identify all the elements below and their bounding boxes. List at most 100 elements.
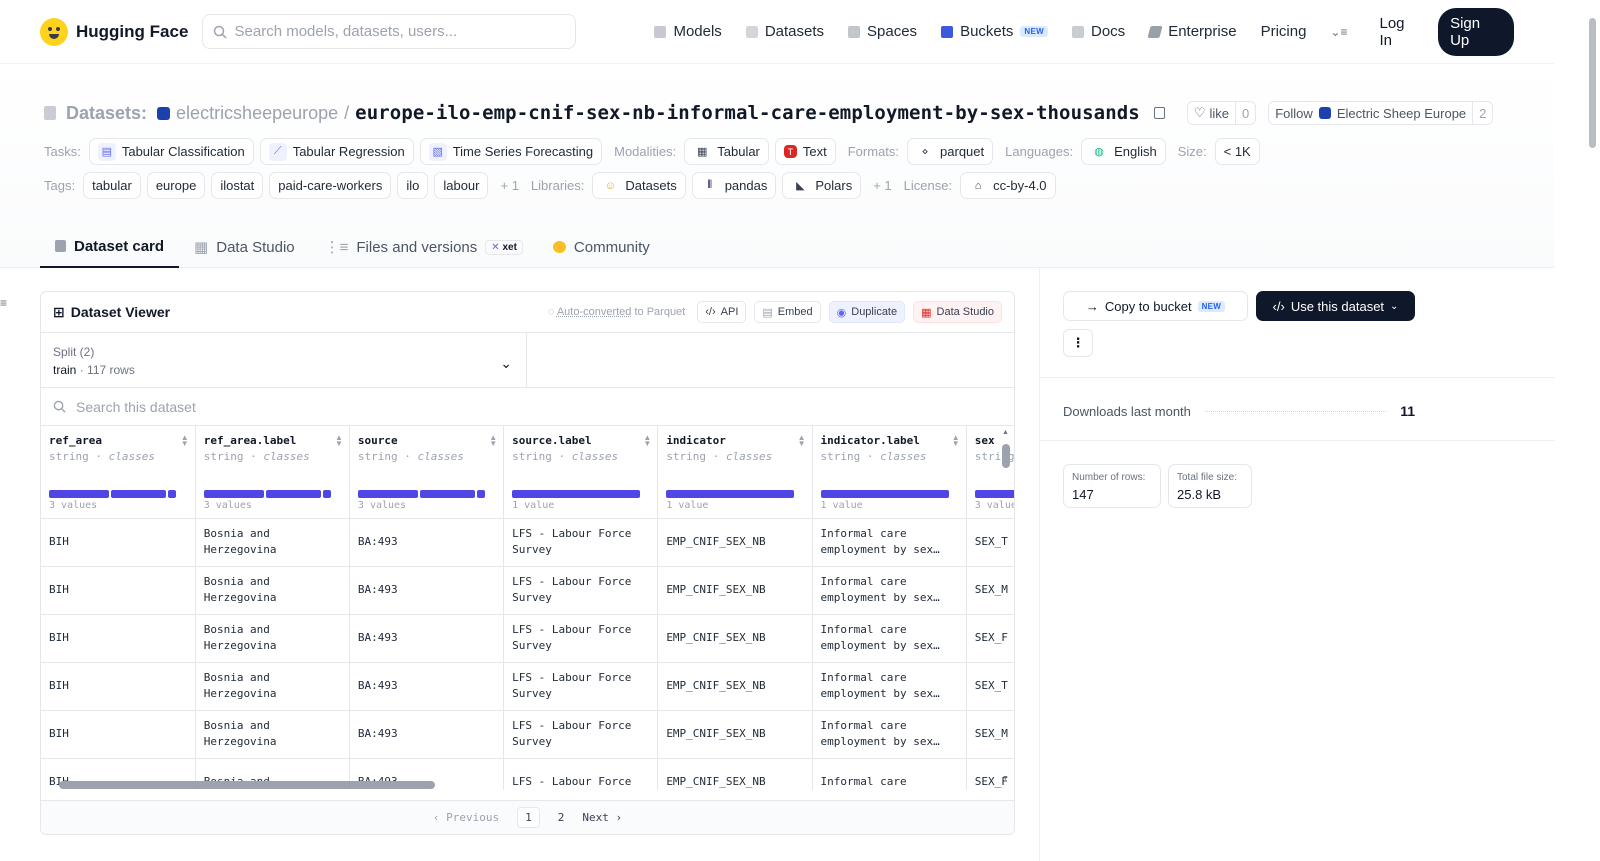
column-header[interactable]: source string · classes ▲ ▼ 3 values <box>349 426 505 519</box>
dataset-search-input[interactable]: Search this dataset <box>41 388 1014 426</box>
histogram[interactable] <box>512 490 649 498</box>
nav-models[interactable]: Models <box>654 23 722 40</box>
table-cell[interactable]: BA:493 <box>349 518 505 567</box>
page-1-button[interactable]: 1 <box>517 807 540 828</box>
tab-data-studio[interactable]: ▦ Data Studio <box>179 226 310 268</box>
histogram[interactable] <box>666 490 803 498</box>
tag-item[interactable]: ilo <box>397 172 429 199</box>
table-cell[interactable]: Bosnia and Herzegovina <box>195 614 350 663</box>
task-tag[interactable]: ▤ Tabular Classification <box>88 138 254 165</box>
sort-icon[interactable]: ▲ ▼ <box>489 434 497 448</box>
sort-icon[interactable]: ▲ ▼ <box>181 434 189 448</box>
table-cell[interactable]: BIH <box>41 566 196 615</box>
language-tag[interactable]: ◍ English <box>1081 138 1166 165</box>
nav-docs[interactable]: Docs <box>1072 23 1125 40</box>
modality-tag[interactable]: T Text <box>774 138 836 165</box>
tag-item[interactable]: ilostat <box>211 172 264 199</box>
table-cell[interactable]: EMP_CNIF_SEX_NB <box>657 518 813 567</box>
sort-icon[interactable]: ▲ ▼ <box>335 434 343 448</box>
signup-button[interactable]: Sign Up <box>1438 7 1514 56</box>
table-row[interactable]: BIH Bosnia and Herzegovina BA:493 LFS - Lab… <box>41 614 1014 663</box>
global-search-input[interactable]: Search models, datasets, users... <box>201 14 577 49</box>
column-header[interactable]: indicator.label string · classes ▲ ▼ 1 value <box>812 426 967 519</box>
task-tag[interactable]: ▧ Time Series Forecasting <box>419 138 603 165</box>
split-selector[interactable]: Split (2) train · 117 rows ⌄ <box>41 333 527 387</box>
brand-link[interactable]: Hugging Face <box>40 17 202 46</box>
histogram-bar[interactable] <box>666 490 795 498</box>
table-cell[interactable]: Informal care employment by sex… <box>812 614 967 663</box>
table-cell[interactable]: EMP_CNIF_SEX_NB <box>657 662 813 711</box>
sort-icon[interactable]: ▲ ▼ <box>798 434 806 448</box>
libraries-more[interactable]: + 1 <box>873 178 891 193</box>
auto-converted-link[interactable]: Auto-converted <box>557 306 632 318</box>
column-header[interactable]: source.label string · classes ▲ ▼ 1 value <box>503 426 659 519</box>
api-button[interactable]: ‹/› API <box>697 301 747 323</box>
library-tag[interactable]: ⫴ pandas <box>691 172 777 199</box>
table-cell[interactable]: Informal care employment by sex… <box>812 710 967 759</box>
tag-item[interactable]: tabular <box>83 172 141 199</box>
horizontal-scrollbar[interactable] <box>59 780 991 790</box>
table-cell[interactable]: Informal care employment by sex… <box>812 662 967 711</box>
size-tag[interactable]: < 1K <box>1214 138 1260 165</box>
table-cell[interactable]: Informal care employment by sex… <box>812 566 967 615</box>
table-cell[interactable]: BIH <box>41 662 196 711</box>
table-cell[interactable]: EMP_CNIF_SEX_NB <box>657 614 813 663</box>
vertical-scrollbar[interactable]: ▲ ▼ <box>1002 429 1010 782</box>
license-tag[interactable]: ⌂ cc-by-4.0 <box>960 172 1056 199</box>
table-cell[interactable]: BA:493 <box>349 710 505 759</box>
copy-to-bucket-button[interactable]: → Copy to bucket NEW <box>1063 291 1248 321</box>
sort-icon[interactable]: ▲ ▼ <box>952 434 960 448</box>
column-header[interactable]: ref_area string · classes ▲ ▼ 3 values <box>41 426 196 519</box>
follow-button[interactable]: Follow Electric Sheep Europe 2 <box>1268 101 1494 125</box>
table-cell[interactable]: Bosnia and Herzegovina <box>195 566 350 615</box>
dataset-name[interactable]: europe-ilo-emp-cnif-sex-nb-informal-care… <box>355 102 1140 124</box>
scroll-up-icon[interactable]: ▲ <box>1002 429 1010 436</box>
previous-page-button[interactable]: ‹ Previous <box>433 811 499 824</box>
tag-item[interactable]: europe <box>146 172 206 199</box>
histogram-bar[interactable] <box>168 490 176 498</box>
table-cell[interactable]: Informal care employment by sex… <box>812 518 967 567</box>
tag-item[interactable]: paid-care-workers <box>269 172 392 199</box>
toc-toggle-icon[interactable]: ≡ <box>0 296 7 310</box>
scroll-down-icon[interactable]: ▼ <box>1002 775 1009 782</box>
column-header[interactable]: indicator string · classes ▲ ▼ 1 value <box>657 426 813 519</box>
histogram-bar[interactable] <box>111 490 166 498</box>
histogram[interactable] <box>820 490 958 498</box>
page-scroll-thumb[interactable] <box>1589 18 1596 148</box>
tab-files-and-versions[interactable]: ⋮≡ Files and versions ✕ xet <box>310 226 538 268</box>
tag-item[interactable]: labour <box>434 172 489 199</box>
histogram-bar[interactable] <box>322 490 331 498</box>
table-cell[interactable]: BA:493 <box>349 566 505 615</box>
table-cell[interactable]: BIH <box>41 518 196 567</box>
table-cell[interactable]: Bosnia and Herzegovina <box>195 710 350 759</box>
histogram[interactable] <box>49 490 187 498</box>
vertical-scroll-thumb[interactable] <box>1002 444 1010 468</box>
page-2-button[interactable]: 2 <box>558 811 565 824</box>
data-studio-button[interactable]: ▦ Data Studio <box>913 301 1002 323</box>
horizontal-scroll-thumb[interactable] <box>59 781 435 789</box>
table-cell[interactable]: BIH <box>41 710 196 759</box>
nav-pricing[interactable]: Pricing <box>1261 23 1307 40</box>
nav-spaces[interactable]: Spaces <box>848 23 917 40</box>
histogram-bar[interactable] <box>203 490 264 498</box>
table-cell[interactable]: LFS - Labour Force Survey <box>503 710 659 759</box>
table-row[interactable]: BIH Bosnia and Herzegovina BA:493 LFS - Lab… <box>41 710 1014 759</box>
more-options-button[interactable]: ⋮ <box>1063 329 1093 357</box>
table-cell[interactable]: EMP_CNIF_SEX_NB <box>657 566 813 615</box>
table-cell[interactable]: Bosnia and Herzegovina <box>195 662 350 711</box>
table-cell[interactable]: BA:493 <box>349 614 505 663</box>
table-row[interactable]: BIH Bosnia and Herzegovina BA:493 LFS - Lab… <box>41 662 1014 711</box>
format-tag[interactable]: ⋄ parquet <box>907 138 994 165</box>
tab-community[interactable]: Community <box>538 226 665 268</box>
library-tag[interactable]: ◣ Polars <box>782 172 862 199</box>
modality-tag[interactable]: ▦ Tabular <box>684 138 769 165</box>
histogram-bar[interactable] <box>512 490 641 498</box>
table-cell[interactable]: LFS - Labour Force Survey <box>503 566 659 615</box>
table-cell[interactable]: BIH <box>41 614 196 663</box>
histogram[interactable] <box>203 490 341 498</box>
embed-button[interactable]: ▤ Embed <box>754 301 821 323</box>
histogram-bar[interactable] <box>49 490 109 498</box>
duplicate-button[interactable]: ◉ Duplicate <box>828 301 906 323</box>
like-button[interactable]: ♡ like 0 <box>1186 101 1257 125</box>
histogram-bar[interactable] <box>476 490 485 498</box>
